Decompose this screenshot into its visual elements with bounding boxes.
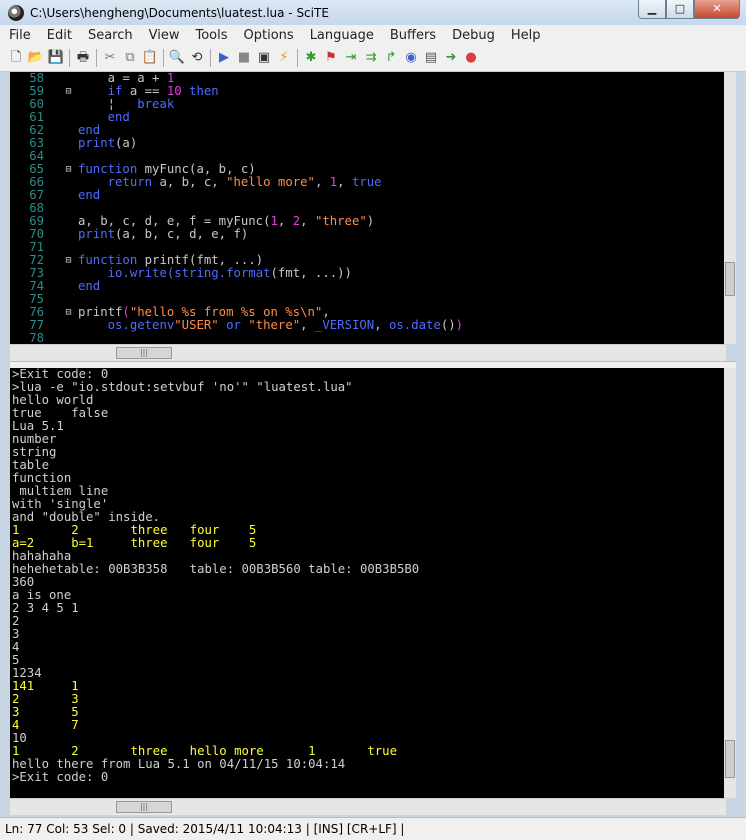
step-over-icon[interactable]: ⇉: [363, 50, 379, 66]
cut-icon[interactable]: ✂: [102, 50, 118, 66]
code-text: end: [78, 188, 101, 202]
editor-horizontal-scrollbar[interactable]: |||: [10, 344, 726, 361]
fold-marker-icon[interactable]: ⊟: [64, 163, 73, 176]
replace-icon[interactable]: ⟲: [189, 50, 205, 66]
menu-tools[interactable]: Tools: [186, 28, 234, 43]
toolbar: 🗋 📂 💾 🖶 ✂ ⧉ 📋 🔍 ⟲ ▶ ■ ▣ ⚡ ✱ ⚑ ⇥ ⇉ ↱ ◉ ▤ ➜ ●: [0, 45, 746, 72]
output-vertical-scroll-thumb[interactable]: [725, 740, 735, 778]
output-line: hehehetable: 00B3B358 table: 00B3B560 ta…: [12, 562, 420, 576]
code-text: print(a, b, c, d, e, f): [78, 227, 249, 241]
output-line: >Exit code: 0: [12, 770, 109, 784]
close-button[interactable]: ✕: [694, 0, 740, 19]
toolbar-separator: [163, 49, 164, 67]
console-icon[interactable]: ▣: [256, 50, 272, 66]
menu-edit[interactable]: Edit: [38, 28, 79, 43]
minimize-button[interactable]: ▁: [638, 0, 666, 19]
menu-language[interactable]: Language: [301, 28, 381, 43]
menu-buffers[interactable]: Buffers: [381, 28, 443, 43]
code-line: 70 print(a, b, c, d, e, f): [10, 228, 724, 241]
compile-icon[interactable]: ⚡: [276, 50, 292, 66]
run-to-cursor-icon[interactable]: ➜: [443, 50, 459, 66]
code-line: 73 io.write(string.format(fmt, ...)): [10, 267, 724, 280]
output-horizontal-scroll-thumb[interactable]: |||: [116, 801, 172, 813]
editor-horizontal-scroll-thumb[interactable]: |||: [116, 347, 172, 359]
paste-icon[interactable]: 📋: [142, 50, 158, 66]
step-into-icon[interactable]: ⇥: [343, 50, 359, 66]
line-number: 78: [29, 331, 44, 345]
code-text: os.getenv"USER" or "there", _VERSION, os…: [107, 318, 464, 332]
status-bar: Ln: 77 Col: 53 Sel: 0 | Saved: 2015/4/11…: [0, 817, 746, 840]
code-editor[interactable]: 58 a = a + 1 59 ⊟ if a == 10 then 60 ¦ brea…: [10, 72, 736, 344]
menu-search[interactable]: Search: [79, 28, 140, 43]
menu-help[interactable]: Help: [502, 28, 548, 43]
debug-bug-icon[interactable]: ✱: [303, 50, 319, 66]
output-vertical-scrollbar[interactable]: [724, 368, 736, 798]
new-file-icon[interactable]: 🗋: [8, 50, 24, 66]
debug-break-icon[interactable]: ⚑: [323, 50, 339, 66]
toolbar-separator: [96, 49, 97, 67]
editor-vertical-scroll-thumb[interactable]: [725, 262, 735, 296]
code-line: 77 os.getenv"USER" or "there", _VERSION,…: [10, 319, 724, 332]
go-icon[interactable]: ▶: [216, 50, 232, 66]
toolbar-separator: [297, 49, 298, 67]
code-text: print(a): [78, 136, 138, 150]
find-icon[interactable]: 🔍: [169, 50, 185, 66]
fold-marker-icon[interactable]: ⊟: [64, 85, 73, 98]
menu-view[interactable]: View: [140, 28, 187, 43]
open-file-icon[interactable]: 📂: [28, 50, 44, 66]
code-text: end: [78, 279, 101, 293]
toolbar-separator: [69, 49, 70, 67]
menu-options[interactable]: Options: [235, 28, 301, 43]
menu-bar: File Edit Search View Tools Options Language Bu…: [0, 25, 746, 45]
kill-icon[interactable]: ●: [463, 50, 479, 66]
editor-vertical-scrollbar[interactable]: [724, 72, 736, 344]
watch-icon[interactable]: ◉: [403, 50, 419, 66]
code-line: 66 return a, b, c, "hello more", 1, true: [10, 176, 724, 189]
menu-debug[interactable]: Debug: [443, 28, 502, 43]
copy-icon[interactable]: ⧉: [122, 50, 138, 66]
fold-marker-icon[interactable]: ⊟: [64, 306, 73, 319]
scite-app-icon[interactable]: [8, 4, 24, 21]
code-line: 74 end: [10, 280, 724, 293]
output-line: 2 3 4 5 1: [12, 601, 79, 615]
code-line: 67 end: [10, 189, 724, 202]
code-text: return a, b, c, "hello more", 1, true: [107, 175, 382, 189]
code-line: 63 print(a): [10, 137, 724, 150]
window-controls: ▁ □ ✕: [638, 0, 740, 19]
code-text: io.write(string.format(fmt, ...)): [107, 266, 352, 280]
toolbar-separator: [210, 49, 211, 67]
code-line: 61 end: [10, 111, 724, 124]
code-line: 78: [10, 331, 724, 345]
maximize-button[interactable]: □: [666, 0, 694, 19]
stop-icon[interactable]: ■: [236, 50, 252, 66]
fold-marker-icon[interactable]: ⊟: [64, 254, 73, 267]
output-pane[interactable]: >Exit code: 0 >lua -e "io.stdout:setvbuf …: [10, 368, 736, 798]
print-icon[interactable]: 🖶: [75, 50, 91, 66]
output-horizontal-scrollbar[interactable]: |||: [10, 798, 726, 815]
menu-file[interactable]: File: [0, 28, 38, 43]
locals-icon[interactable]: ▤: [423, 50, 439, 66]
title-bar: C:\Users\hengheng\Documents\luatest.lua …: [0, 0, 746, 25]
step-out-icon[interactable]: ↱: [383, 50, 399, 66]
window-title: C:\Users\hengheng\Documents\luatest.lua …: [30, 5, 329, 20]
save-file-icon[interactable]: 💾: [48, 50, 64, 66]
